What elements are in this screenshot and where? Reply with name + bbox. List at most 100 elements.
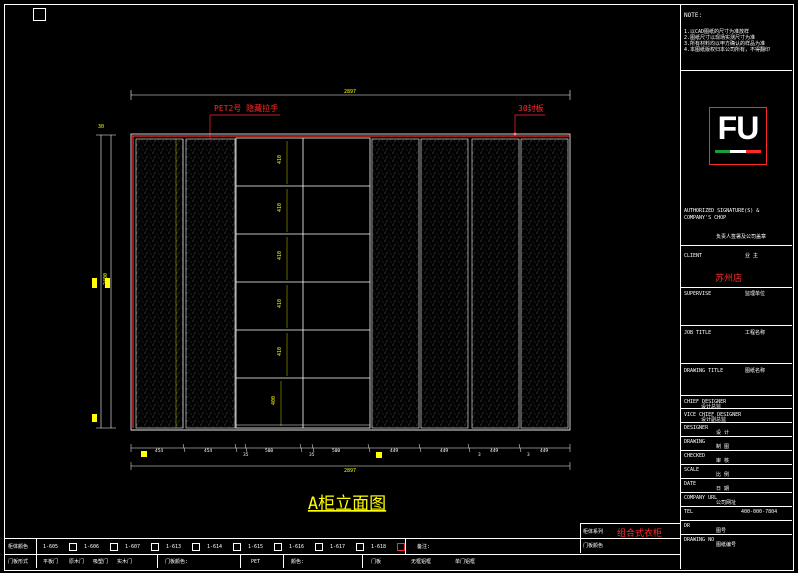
door-option[interactable]: 单门铝框 [455,559,475,565]
shelf-dim-2: 410 [277,203,283,212]
shelf-dim-6: 400 [271,396,277,405]
meta-row-value: 比 例 [716,472,730,478]
bottom-dim-1: 454 [155,448,163,454]
color-option[interactable]: 1-614 [207,544,222,550]
bottom-bar-top [5,538,680,539]
meta-row-value: 设 计 [716,430,730,436]
series-box: 柜体系列 组合式衣柜 [580,523,681,539]
meta-row-label: DR [684,523,691,529]
series-label: 柜体系列 [583,529,604,535]
bottom-dim-3: 35 [243,452,249,458]
shelf-dim-1: 410 [277,155,283,164]
authorized-signature-cn: 负责人签署及公司盖章 [716,234,767,240]
shelf-dim-3: 410 [277,251,283,260]
bottom-dim-2: 454 [204,448,212,454]
color-checkbox[interactable] [192,543,200,551]
logo-text: FU [717,110,760,146]
bottom-dim-12: 449 [540,448,548,454]
color-checkbox[interactable] [151,543,159,551]
bottom-dim-7: 449 [390,448,398,454]
color-checkbox[interactable] [233,543,241,551]
bottom-dim-11: 3 [527,452,530,458]
meta-row-label: COMPANY URL [684,495,718,501]
meta-row-value: 制 图 [716,444,730,450]
color-option[interactable]: 1-607 [125,544,140,550]
meta-row-value: 图号 [716,528,727,534]
color-row: 柜体颜色 1-605 1-606 1-607 1-613 1-614 1-615… [5,540,680,553]
divider-client [681,287,792,288]
door-option[interactable]: 原木门 [69,559,84,565]
door-option: 门板形式 [8,559,29,565]
supervise-label: SUPERVISE [684,291,712,297]
color-option[interactable]: 1-618 [371,544,386,550]
callout-handle: PET2号 隐藏拉手 [214,103,278,113]
color-checkbox[interactable] [110,543,118,551]
door-option[interactable]: PET [251,559,260,565]
shelf-dim-4: 410 [277,299,283,308]
bottom-dim-9: 3 [478,452,481,458]
bar-sep [36,539,37,568]
bar-sep [405,539,406,554]
meta-row: DRAWING NO 图纸编号 [681,535,792,549]
bar-sep [157,555,158,568]
color-checkbox-selected[interactable] [397,543,405,551]
meta-row-label: DRAWING NO [684,537,715,543]
door-option[interactable]: 门板 [371,559,381,565]
door-option[interactable]: 平板门 [43,559,58,565]
cabinet-elevation: 2897 PET2号 隐藏拉手 30封板 30 2400 410 410 410… [92,89,571,514]
divider-job [681,363,792,364]
client-label: CLIENT [684,253,703,259]
meta-row-label: DATE [684,481,697,487]
bottom-dim-4: 500 [265,448,273,454]
meta-row: DATE 日 期 [681,479,792,493]
brand-logo: FU [709,107,767,165]
meta-row-value: 审 核 [716,458,730,464]
meta-row-value: 400-000-7804 [741,509,778,515]
meta-row-label: CHECKED [684,453,706,459]
color-option[interactable]: 1-615 [248,544,263,550]
door-color-label: 门板颜色 [583,543,604,549]
color-option[interactable]: 1-613 [166,544,181,550]
supervise-value: 监理单位 [745,291,766,297]
door-option[interactable]: 实木门 [117,559,132,565]
bottom-dim-10: 449 [490,448,498,454]
meta-row: TEL 400-000-7804 [681,507,792,521]
color-checkbox[interactable] [356,543,364,551]
remarks-label: 备注: [417,544,431,550]
top-offset-text: 30 [98,124,104,130]
meta-row-label: TEL [684,509,694,515]
meta-row-label: DESIGNER [684,425,709,431]
door-option: 门板颜色: [165,559,189,565]
callout-board: 30封板 [518,103,544,113]
drawing-title-label: DRAWING TITLE [684,368,724,374]
color-option[interactable]: 1-617 [330,544,345,550]
client-name: 苏州店 [715,274,743,284]
color-option[interactable]: 1-606 [84,544,99,550]
door-option[interactable]: 无框铝框 [411,559,431,565]
bottom-dimension-text: 2897 [344,468,356,474]
meta-row-label: SCALE [684,467,700,473]
client-value: 业 主 [745,253,759,259]
job-title-value: 工程名称 [745,330,766,336]
color-checkbox[interactable] [274,543,282,551]
color-row-label: 柜体颜色 [8,544,29,550]
divider-supervise [681,325,792,326]
bottom-bar-mid [5,554,680,555]
meta-row-label: DRAWING [684,439,706,445]
door-option: 颜色: [291,559,305,565]
meta-row: CHIEF DESIGNER 设计总监 [681,396,792,410]
drawing-title-value: 图纸名称 [745,368,766,374]
notes-section: NOTE: 1.以CAD图纸的尺寸为准放样 2.图纸尺寸以现场实测尺寸为准 3.… [684,12,789,53]
bar-sep [283,555,284,568]
meta-row: CHECKED 审 核 [681,451,792,465]
color-option[interactable]: 1-605 [43,544,58,550]
top-dimension-text: 2897 [344,89,356,95]
door-row: 门板形式 平板门 原木门 吸塑门 实木门 门板颜色: PET 颜色: 门板 无框… [5,556,680,568]
bottom-dim-5: 35 [309,452,315,458]
door-color-box: 门板颜色 [580,539,681,553]
door-option[interactable]: 吸塑门 [93,559,108,565]
color-checkbox[interactable] [69,543,77,551]
color-checkbox[interactable] [315,543,323,551]
color-option[interactable]: 1-616 [289,544,304,550]
height-dimension-text: 2400 [103,273,109,285]
